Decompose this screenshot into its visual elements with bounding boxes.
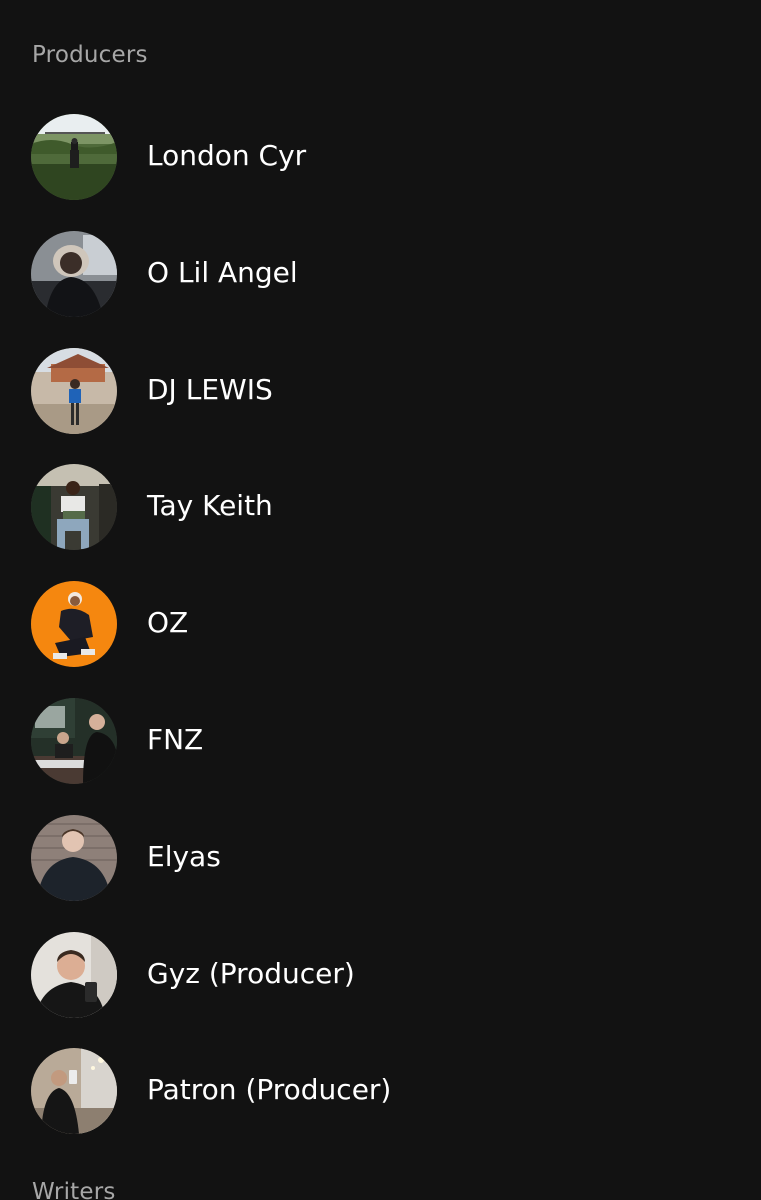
avatar[interactable] <box>31 581 117 668</box>
avatar[interactable] <box>31 114 117 200</box>
avatar[interactable] <box>31 230 117 317</box>
producers-section-title: Producers <box>32 42 148 68</box>
producer-row-fnz[interactable]: FNZ <box>0 697 761 784</box>
producers-list: London Cyr O Lil Angel DJ LEWIS Tay Keit… <box>0 114 761 1165</box>
producer-row-oz[interactable]: OZ <box>0 581 761 668</box>
avatar[interactable] <box>31 931 117 1018</box>
producer-name[interactable]: Tay Keith <box>147 492 273 520</box>
producer-name[interactable]: Elyas <box>147 842 221 871</box>
producer-name[interactable]: O Lil Angel <box>147 258 298 287</box>
producer-row-tay-keith[interactable]: Tay Keith <box>0 464 761 551</box>
producer-name[interactable]: Gyz (Producer) <box>147 959 355 988</box>
writers-section-title: Writers <box>32 1179 116 1200</box>
avatar-image <box>31 581 117 668</box>
producer-row-patron[interactable]: Patron (Producer) <box>0 1048 761 1135</box>
avatar[interactable] <box>31 464 117 551</box>
avatar[interactable] <box>31 814 117 901</box>
producer-name[interactable]: London Cyr <box>147 142 306 170</box>
avatar-image <box>31 814 117 901</box>
producer-row-gyz[interactable]: Gyz (Producer) <box>0 931 761 1018</box>
producer-name[interactable]: Patron (Producer) <box>147 1076 391 1104</box>
avatar-image <box>31 230 117 317</box>
producer-row-dj-lewis[interactable]: DJ LEWIS <box>0 347 761 434</box>
producer-name[interactable]: DJ LEWIS <box>147 375 273 404</box>
avatar-image <box>31 931 117 1018</box>
avatar-image <box>31 697 117 784</box>
avatar[interactable] <box>31 697 117 784</box>
avatar[interactable] <box>31 347 117 434</box>
producer-row-elyas[interactable]: Elyas <box>0 814 761 901</box>
producer-row-o-lil-angel[interactable]: O Lil Angel <box>0 230 761 317</box>
avatar-image <box>31 464 117 551</box>
avatar-image <box>31 1048 117 1135</box>
avatar-image <box>31 114 117 200</box>
producer-row-london-cyr[interactable]: London Cyr <box>0 114 761 200</box>
avatar-image <box>31 347 117 434</box>
producer-name[interactable]: OZ <box>147 609 188 637</box>
producer-name[interactable]: FNZ <box>147 725 203 754</box>
avatar[interactable] <box>31 1048 117 1135</box>
